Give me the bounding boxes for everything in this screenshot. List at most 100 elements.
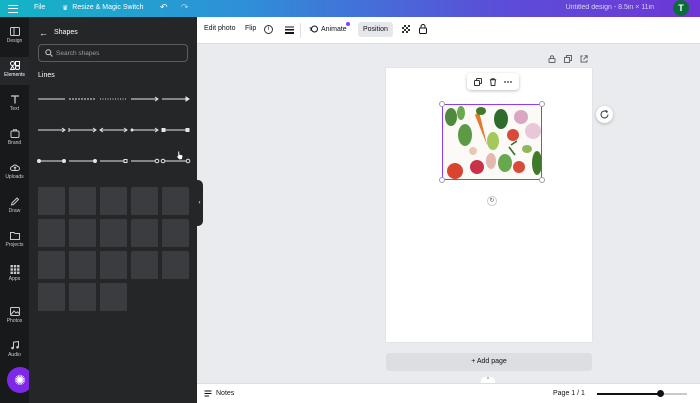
shape-tile[interactable] bbox=[38, 283, 65, 311]
shape-tile[interactable] bbox=[131, 219, 158, 247]
share-page-icon[interactable] bbox=[580, 55, 588, 63]
toolbar-divider bbox=[300, 23, 301, 38]
shape-tile[interactable] bbox=[131, 251, 158, 279]
lock-icon[interactable] bbox=[419, 24, 427, 34]
shape-tile[interactable] bbox=[69, 251, 96, 279]
resize-magic-switch-button[interactable]: ♛ Resize & Magic Switch bbox=[62, 4, 143, 12]
rail-item-draw[interactable]: Draw bbox=[0, 197, 29, 219]
line-shape-solid[interactable] bbox=[37, 91, 66, 107]
shape-tile[interactable] bbox=[38, 187, 65, 215]
rail-item-brand[interactable]: Brand bbox=[0, 129, 29, 151]
line-shape-dotted[interactable] bbox=[99, 91, 128, 107]
projects-icon bbox=[9, 232, 20, 240]
main-menu-button[interactable] bbox=[8, 4, 18, 13]
rail-label: Apps bbox=[8, 276, 21, 282]
rail-item-audio[interactable]: Audio bbox=[0, 341, 29, 363]
line-weight-icon[interactable] bbox=[285, 26, 294, 34]
add-page-button[interactable]: + Add page bbox=[386, 353, 592, 371]
rail-item-uploads[interactable]: Uploads bbox=[0, 163, 29, 185]
animate-label: Animate bbox=[321, 25, 347, 33]
edit-photo-button[interactable]: Edit photo bbox=[204, 25, 236, 32]
shape-tile[interactable] bbox=[38, 251, 65, 279]
rail-label: Projects bbox=[5, 242, 24, 248]
rail-item-apps[interactable]: Apps bbox=[0, 265, 29, 287]
rail-item-elements[interactable]: Elements bbox=[0, 57, 29, 85]
line-shape-dashed[interactable] bbox=[68, 91, 97, 107]
shape-tile[interactable] bbox=[131, 187, 158, 215]
transparency-icon[interactable] bbox=[402, 25, 410, 33]
notes-label: Notes bbox=[216, 390, 235, 397]
line-shape-square-end[interactable] bbox=[161, 122, 190, 138]
line-shape-square-open[interactable] bbox=[99, 153, 128, 169]
crown-icon: ♛ bbox=[62, 5, 69, 12]
line-shape-arrow-filled[interactable] bbox=[161, 91, 190, 107]
rail-label: Audio bbox=[8, 352, 21, 358]
resize-handle-top-left[interactable] bbox=[439, 101, 445, 107]
magic-sparkle-icon: ✺ bbox=[14, 371, 26, 388]
bottom-bar: Notes Page 1 / 1 bbox=[197, 383, 700, 403]
shape-tile[interactable] bbox=[69, 219, 96, 247]
shape-tile[interactable] bbox=[162, 219, 189, 247]
zoom-slider[interactable] bbox=[597, 390, 687, 397]
resize-label: Resize & Magic Switch bbox=[72, 4, 144, 11]
elements-icon bbox=[9, 61, 20, 70]
search-box[interactable] bbox=[38, 44, 188, 62]
resize-handle-bottom-left[interactable] bbox=[439, 177, 445, 183]
rail-item-text[interactable]: Text bbox=[0, 95, 29, 117]
copy-icon[interactable] bbox=[474, 77, 483, 86]
brand-icon bbox=[10, 129, 19, 138]
shape-tile[interactable] bbox=[38, 219, 65, 247]
shape-tile[interactable] bbox=[162, 187, 189, 215]
shape-tile[interactable] bbox=[69, 187, 96, 215]
flip-button[interactable]: Flip bbox=[245, 25, 256, 32]
more-options-icon[interactable] bbox=[503, 78, 512, 86]
line-shape-circle-open[interactable] bbox=[130, 153, 160, 169]
redo-icon[interactable]: ↷ bbox=[181, 2, 189, 13]
rail-label: Design bbox=[6, 38, 23, 44]
line-shape-bar-arrow[interactable] bbox=[68, 122, 97, 138]
rotate-handle[interactable]: ↻ bbox=[487, 196, 497, 206]
lock-page-icon[interactable] bbox=[548, 55, 556, 63]
trash-icon[interactable] bbox=[489, 77, 497, 86]
rail-label: Elements bbox=[4, 72, 25, 78]
search-input[interactable] bbox=[56, 48, 184, 59]
back-arrow-icon[interactable]: ← bbox=[39, 28, 48, 38]
line-shape-dot-arrow[interactable] bbox=[130, 122, 159, 138]
rail-item-design[interactable]: Design bbox=[0, 27, 29, 51]
undo-icon[interactable]: ↶ bbox=[160, 2, 168, 13]
shape-tile[interactable] bbox=[100, 283, 127, 311]
shape-tile[interactable] bbox=[100, 187, 127, 215]
shape-tile[interactable] bbox=[162, 251, 189, 279]
line-shape-arrow-open[interactable] bbox=[37, 122, 66, 138]
notes-icon bbox=[204, 390, 212, 397]
zoom-slider-knob[interactable] bbox=[656, 390, 664, 397]
rail-label: Text bbox=[9, 106, 20, 112]
shape-tile[interactable] bbox=[100, 219, 127, 247]
animate-icon bbox=[309, 25, 318, 33]
resize-handle-top-right[interactable] bbox=[539, 101, 545, 107]
line-shape-arrow[interactable] bbox=[130, 91, 159, 107]
resize-handle-bottom-right[interactable] bbox=[539, 177, 545, 183]
shape-tile[interactable] bbox=[100, 251, 127, 279]
page-indicator[interactable]: Page 1 / 1 bbox=[553, 390, 585, 397]
rail-item-photos[interactable]: Photos bbox=[0, 307, 29, 329]
photos-icon bbox=[9, 307, 20, 316]
line-shape-circle-ends[interactable] bbox=[37, 153, 66, 169]
hamburger-icon bbox=[8, 4, 18, 13]
collapse-panel-button[interactable]: ‹ bbox=[196, 180, 203, 226]
avatar[interactable]: T bbox=[673, 0, 689, 16]
info-icon[interactable]: i bbox=[264, 25, 273, 34]
file-menu[interactable]: File bbox=[34, 4, 45, 11]
notes-button[interactable]: Notes bbox=[204, 390, 234, 397]
magic-refresh-button[interactable] bbox=[596, 106, 613, 123]
rail-item-projects[interactable]: Projects bbox=[0, 231, 29, 253]
shapes-panel: ← Shapes Lines bbox=[29, 17, 197, 403]
position-button[interactable]: Position bbox=[358, 22, 393, 37]
line-shape-dot-circle[interactable] bbox=[68, 153, 97, 169]
shape-tile[interactable] bbox=[69, 283, 96, 311]
animate-button[interactable]: Animate bbox=[309, 25, 347, 33]
duplicate-page-icon[interactable] bbox=[564, 55, 572, 63]
line-shape-double-arrow[interactable] bbox=[99, 122, 128, 138]
vegetable-photo[interactable] bbox=[442, 104, 542, 180]
design-title[interactable]: Untitled design - 8.5in × 11in bbox=[566, 4, 654, 11]
